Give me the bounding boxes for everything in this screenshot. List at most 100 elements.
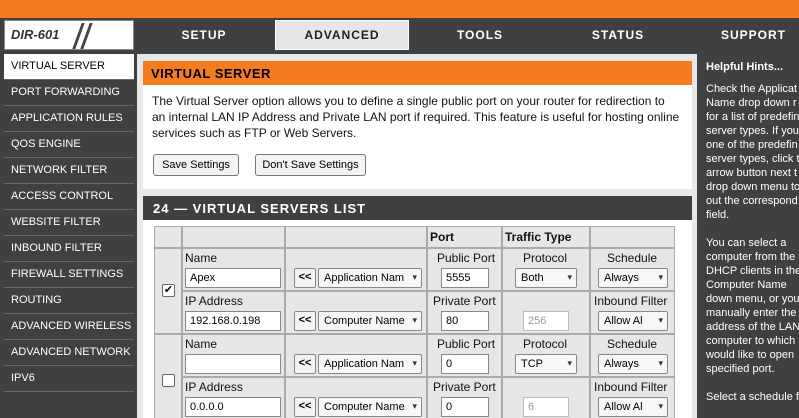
description-line: services such as FTP or Web Servers. <box>152 126 357 140</box>
helpful-hints-panel: Helpful Hints... Check the Applicat Name … <box>700 54 799 418</box>
row-name-cell: Name <box>182 334 285 377</box>
sidebar-item-routing[interactable]: ROUTING <box>4 288 134 314</box>
sidebar-item-port-forwarding[interactable]: PORT FORWARDING <box>4 80 134 106</box>
sidebar-item-access-control[interactable]: ACCESS CONTROL <box>4 184 134 210</box>
tab-setup[interactable]: SETUP <box>137 20 271 50</box>
hint-line: out the correspond <box>706 195 798 207</box>
protocol-value: Both <box>521 272 544 284</box>
row-private-port-cell: Private Port 80 <box>427 291 502 334</box>
section-description: The Virtual Server option allows you to … <box>152 93 682 141</box>
apply-computer-button[interactable]: << <box>294 311 316 331</box>
header-cell <box>182 226 285 248</box>
hint-line <box>706 222 799 236</box>
hint-line: Check the Applicat <box>706 83 798 95</box>
ip-address-label: IP Address <box>185 380 243 394</box>
sidebar-item-inbound-filter[interactable]: INBOUND FILTER <box>4 236 134 262</box>
main-panel: VIRTUAL SERVER The Virtual Server option… <box>137 54 697 418</box>
sidebar-item-ipv6[interactable]: IPV6 <box>4 366 134 392</box>
application-name-select[interactable]: Application Nam ▾ <box>318 354 422 374</box>
hint-line: manually enter the <box>706 307 797 319</box>
hint-line: arrow button next t <box>706 167 798 179</box>
protocol-number-input[interactable]: 6 <box>523 397 569 417</box>
apply-computer-button[interactable]: << <box>294 397 316 417</box>
tab-status[interactable]: STATUS <box>551 20 685 50</box>
schedule-select[interactable]: Always ▾ <box>598 354 668 374</box>
hints-text: Check the Applicat Name drop down r for a … <box>706 82 799 404</box>
hint-line: specified port. <box>706 363 775 375</box>
row-enable-checkbox[interactable] <box>162 374 175 387</box>
hint-line: server types. If you <box>706 125 799 137</box>
model-badge: DIR-601 <box>4 20 134 50</box>
hint-line: down menu, or you <box>706 293 799 305</box>
sidebar-item-advanced-wireless[interactable]: ADVANCED WIRELESS <box>4 314 134 340</box>
dropdown-arrow-icon: ▾ <box>658 315 663 325</box>
header-cell <box>285 226 427 248</box>
public-port-input[interactable]: 5555 <box>441 268 489 288</box>
inbound-filter-select[interactable]: Allow Al ▾ <box>598 397 668 417</box>
private-port-input[interactable]: 0 <box>441 397 489 417</box>
protocol-value: TCP <box>521 358 543 370</box>
computer-name-select[interactable]: Computer Name ▾ <box>318 311 422 331</box>
inbound-filter-select[interactable]: Allow Al ▾ <box>598 311 668 331</box>
protocol-select[interactable]: TCP ▾ <box>515 354 577 374</box>
apply-application-button[interactable]: << <box>294 268 316 288</box>
ip-address-input[interactable]: 192.168.0.198 <box>185 311 281 331</box>
tab-tools[interactable]: TOOLS <box>413 20 547 50</box>
public-port-label: Public Port <box>437 251 496 265</box>
sidebar-item-firewall-settings[interactable]: FIREWALL SETTINGS <box>4 262 134 288</box>
row-computer-cell: << Computer Name ▾ <box>285 291 427 334</box>
hint-line: DHCP clients in the <box>706 265 799 277</box>
public-port-label: Public Port <box>437 337 496 351</box>
computer-name-value: Computer Name <box>324 315 405 327</box>
protocol-select[interactable]: Both ▾ <box>515 268 577 288</box>
row-name-cell: Name Apex <box>182 248 285 291</box>
dropdown-arrow-icon: ▾ <box>412 358 417 368</box>
save-settings-button[interactable]: Save Settings <box>153 154 239 176</box>
schedule-value: Always <box>604 272 639 284</box>
tab-support[interactable]: SUPPORT <box>689 20 799 50</box>
schedule-select[interactable]: Always ▾ <box>598 268 668 288</box>
schedule-label: Schedule <box>607 337 658 351</box>
row-enable-checkbox[interactable]: ✔ <box>162 284 175 297</box>
sidebar-item-advanced-network[interactable]: ADVANCED NETWORK <box>4 340 134 366</box>
sidebar-item-website-filter[interactable]: WEBSITE FILTER <box>4 210 134 236</box>
sidebar-item-qos-engine[interactable]: QOS ENGINE <box>4 132 134 158</box>
protocol-label: Protocol <box>523 337 568 351</box>
header-cell-traffic: Traffic Type <box>502 226 590 248</box>
hint-line: Select a schedule f <box>706 391 799 403</box>
inbound-filter-value: Allow Al <box>604 315 643 327</box>
inbound-filter-label: Inbound Filter <box>594 294 668 308</box>
apply-application-button[interactable]: << <box>294 354 316 374</box>
row-schedule-cell: Schedule Always ▾ <box>590 334 675 377</box>
protocol-number-input[interactable]: 256 <box>523 311 569 331</box>
hint-line: address of the LAN <box>706 321 799 333</box>
row-public-port-cell: Public Port 0 <box>427 334 502 377</box>
dropdown-arrow-icon: ▾ <box>567 358 572 368</box>
tab-advanced[interactable]: ADVANCED <box>275 20 409 50</box>
row-inbound-cell: Inbound Filter Allow Al ▾ <box>590 291 675 334</box>
private-port-input[interactable]: 80 <box>441 311 489 331</box>
row-protocol-cell: Protocol TCP ▾ <box>502 334 590 377</box>
row-ip-cell: IP Address 192.168.0.198 <box>182 291 285 334</box>
public-port-input[interactable]: 0 <box>441 354 489 374</box>
computer-name-select[interactable]: Computer Name ▾ <box>318 397 422 417</box>
application-name-select[interactable]: Application Nam ▾ <box>318 268 422 288</box>
hint-line: server types, click t <box>706 153 799 165</box>
dropdown-arrow-icon: ▾ <box>412 272 417 282</box>
header-cell-port: Port <box>427 226 502 248</box>
ip-address-input[interactable]: 0.0.0.0 <box>185 397 281 417</box>
sidebar-item-application-rules[interactable]: APPLICATION RULES <box>4 106 134 132</box>
dont-save-settings-button[interactable]: Don't Save Settings <box>255 154 366 176</box>
virtual-server-section: VIRTUAL SERVER The Virtual Server option… <box>143 61 692 189</box>
sidebar-item-network-filter[interactable]: NETWORK FILTER <box>4 158 134 184</box>
hints-title: Helpful Hints... <box>706 61 783 73</box>
ip-address-label: IP Address <box>185 294 243 308</box>
sidebar-item-virtual-server[interactable]: VIRTUAL SERVER <box>4 54 134 80</box>
row-protocol-cell: Protocol Both ▾ <box>502 248 590 291</box>
application-name-value: Application Nam <box>324 358 405 370</box>
name-input[interactable] <box>185 354 281 374</box>
private-port-label: Private Port <box>433 294 496 308</box>
row-ip-cell: IP Address 0.0.0.0 <box>182 377 285 418</box>
name-label: Name <box>185 251 218 265</box>
name-input[interactable]: Apex <box>185 268 281 288</box>
